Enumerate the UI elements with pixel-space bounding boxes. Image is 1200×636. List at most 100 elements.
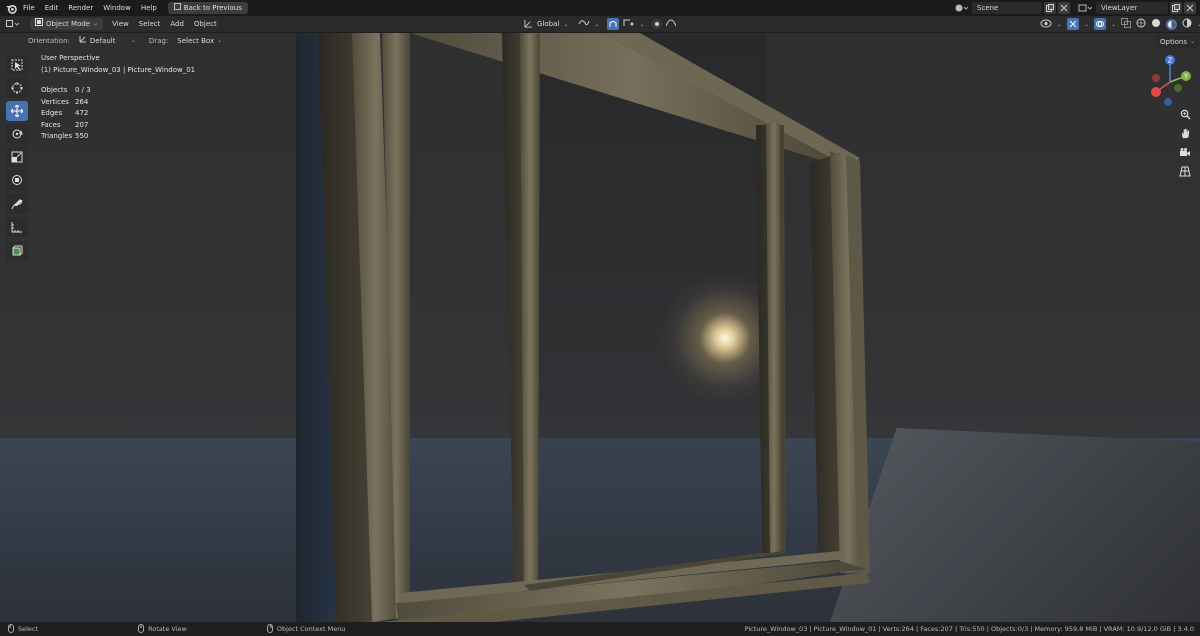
status-rotate-label: Rotate View [148, 625, 187, 633]
stats-row-edges: Edges 472 [41, 108, 195, 120]
navigation-gizmo[interactable]: Z Y [1142, 52, 1198, 108]
viewport-header: Object Mode ⌄ View Select Add Object Glo… [0, 16, 1200, 32]
menu-view[interactable]: View [107, 16, 134, 32]
xray-toggle-icon[interactable] [1121, 18, 1132, 30]
editor-type-icon[interactable] [6, 18, 24, 30]
gizmo-z-label: Z [1168, 57, 1173, 65]
stats-value: 0 / 3 [75, 86, 91, 94]
scene-icon[interactable] [954, 2, 972, 14]
menu-object[interactable]: Object [189, 16, 222, 32]
scale-tool-icon[interactable] [6, 147, 28, 167]
status-select: Select [8, 623, 39, 635]
shading-wireframe-icon[interactable] [1136, 18, 1146, 30]
move-tool-icon[interactable] [6, 101, 28, 121]
mode-label: Object Mode [46, 20, 91, 28]
shading-material-icon[interactable] [1166, 18, 1178, 30]
drag-label: Drag: [148, 37, 169, 45]
stats-value: 207 [75, 120, 89, 129]
pan-hand-icon[interactable] [1177, 125, 1193, 141]
gizmo-x-axis[interactable] [1151, 87, 1161, 97]
top-menu-bar: File Edit Render Window Help Back to Pre… [0, 0, 1200, 16]
status-bar: Select Rotate View Object Context Menu P… [0, 622, 1200, 636]
stats-table: Objects 0 / 3 Vertices 264 Edges 472 Faces 2… [41, 85, 195, 143]
stats-row-vertices: Vertices 264 [41, 97, 195, 109]
select-box-tool-icon[interactable] [6, 55, 28, 75]
menu-add[interactable]: Add [165, 16, 189, 32]
shading-rendered-icon[interactable] [1182, 18, 1192, 30]
back-to-previous-button[interactable]: Back to Previous [167, 2, 248, 14]
status-context: Object Context Menu [266, 623, 346, 635]
chevron-down-icon: ⌄ [217, 37, 223, 44]
orientation-label: Orientation: [28, 37, 70, 45]
visibility-icon[interactable] [1040, 19, 1052, 30]
toolbar [6, 55, 30, 264]
menu-help[interactable]: Help [136, 0, 162, 16]
snap-target-icon[interactable] [623, 19, 635, 29]
annotate-tool-icon[interactable] [6, 194, 28, 214]
proportional-edit-icon[interactable] [652, 19, 663, 29]
menu-edit[interactable]: Edit [40, 0, 64, 16]
scene-name-field[interactable]: Scene [972, 2, 1042, 14]
orientation-dropdown[interactable]: Default ⌄ [73, 35, 141, 47]
blender-logo-icon[interactable] [4, 1, 18, 15]
scene-statistics: Picture_Window_03 | Picture_Window_01 | … [744, 625, 1194, 633]
add-cube-tool-icon[interactable] [6, 241, 28, 261]
gizmo-neg-y-axis[interactable] [1174, 84, 1182, 92]
view-layer-field[interactable]: ViewLayer [1096, 2, 1168, 14]
transform-orientation-dropdown[interactable]: Global [537, 20, 559, 28]
stats-value: 264 [75, 97, 89, 106]
status-select-label: Select [18, 625, 39, 633]
gizmo-neg-z-axis[interactable] [1164, 98, 1172, 106]
new-view-layer-icon[interactable] [1170, 2, 1182, 14]
new-scene-icon[interactable] [1044, 2, 1056, 14]
menu-window[interactable]: Window [98, 0, 136, 16]
back-icon [173, 2, 181, 14]
chevron-down-icon: ⌄ [93, 20, 99, 27]
camera-view-icon[interactable] [1177, 144, 1193, 160]
chevron-down-icon: ⌄ [1084, 20, 1090, 28]
delete-view-layer-icon[interactable] [1184, 2, 1196, 14]
back-to-previous-label: Back to Previous [183, 4, 242, 12]
zoom-icon[interactable] [1177, 106, 1193, 122]
mouse-middle-icon [138, 623, 145, 635]
mouse-right-icon [266, 623, 273, 635]
drag-dropdown[interactable]: Select Box ⌄ [172, 35, 228, 47]
viewport-stats-overlay: User Perspective (1) Picture_Window_03 |… [41, 53, 195, 143]
gizmo-toggle-icon[interactable] [1067, 18, 1080, 30]
chevron-down-icon: ⌄ [130, 37, 136, 44]
chevron-down-icon: ⌄ [594, 20, 600, 28]
menu-file[interactable]: File [18, 0, 40, 16]
cursor-tool-icon[interactable] [6, 78, 28, 98]
gizmo-neg-x-axis[interactable] [1152, 74, 1160, 82]
mouse-left-icon [8, 623, 14, 635]
shading-solid-icon[interactable] [1151, 18, 1161, 30]
stats-key: Edges [41, 109, 63, 117]
menu-render[interactable]: Render [63, 0, 98, 16]
chevron-down-icon: ⌄ [563, 20, 569, 28]
measure-tool-icon[interactable] [6, 217, 28, 237]
falloff-curve-icon[interactable] [665, 19, 677, 29]
transform-tool-icon[interactable] [6, 170, 28, 190]
object-mode-icon [35, 18, 43, 30]
chevron-down-icon: ⌄ [1057, 20, 1063, 28]
status-context-label: Object Context Menu [276, 625, 346, 633]
3d-viewport[interactable]: User Perspective (1) Picture_Window_03 |… [0, 33, 1200, 622]
pivot-point-icon[interactable] [578, 18, 590, 30]
chevron-down-icon: ⌄ [1111, 20, 1117, 28]
delete-scene-icon[interactable] [1058, 2, 1070, 14]
mode-dropdown[interactable]: Object Mode ⌄ [30, 18, 104, 30]
drag-value: Select Box [177, 37, 215, 45]
stats-key: Vertices [41, 97, 69, 106]
stats-value: 472 [75, 109, 89, 117]
rotate-tool-icon[interactable] [6, 124, 28, 144]
view-layer-selector: ViewLayer [1078, 1, 1196, 15]
menu-select[interactable]: Select [134, 16, 166, 32]
stats-key: Faces [41, 120, 61, 129]
overlays-toggle-icon[interactable] [1094, 18, 1107, 30]
snap-icon[interactable] [607, 18, 620, 30]
perspective-grid-icon[interactable] [1177, 163, 1193, 179]
scene-selector: Scene [954, 1, 1070, 15]
view-layer-icon[interactable] [1078, 2, 1096, 14]
orientation-icon[interactable] [524, 19, 533, 30]
chevron-down-icon: ⌄ [639, 20, 645, 28]
